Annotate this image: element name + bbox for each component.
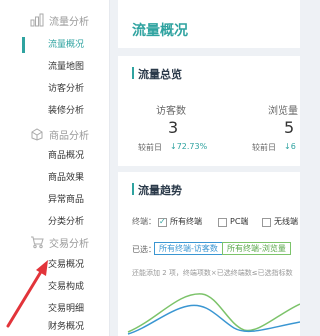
metric-limit-hint: 还能添加 2 项，终端项数×已选终端数≤已选指标数 [132, 269, 293, 277]
sidebar-section-trade: 交易分析 [0, 232, 110, 252]
terminal-label: 终端： [132, 217, 156, 226]
sidebar-item-visitor-analysis[interactable]: 访客分析 [0, 78, 110, 100]
selected-label: 已选： [132, 245, 156, 254]
arrow-down-icon: ↓ [170, 142, 177, 151]
metric-value-visitors: 3 [168, 118, 179, 137]
metric-compare-label: 较前日 [252, 143, 276, 152]
checkbox-all-terminals[interactable] [158, 217, 167, 227]
metric-delta-pageviews: ↓6 [284, 142, 296, 151]
page-title: 流量概况 [132, 23, 188, 39]
sidebar-item-goods-overview[interactable]: 商品概况 [0, 145, 110, 167]
sidebar-item-abnormal-goods[interactable]: 异常商品 [0, 189, 110, 211]
metric-compare-label: 较前日 [138, 143, 162, 152]
selected-tag-visitors[interactable]: 所有终端-访客数 [154, 242, 223, 255]
checkbox-pc[interactable] [218, 218, 227, 227]
sidebar-section-title: 商品分析 [49, 130, 89, 142]
overview-card: 流量总览 访客数 3 较前日 ↓72.73% 浏览量 5 较前日 ↓6 [118, 56, 300, 166]
chart-icon [30, 13, 44, 27]
sidebar-item-traffic-overview[interactable]: 流量概况 [0, 34, 110, 56]
arrow-down-icon: ↓ [284, 142, 291, 151]
sidebar-section-traffic: 流量分析 [0, 10, 110, 30]
trend-title: 流量趋势 [132, 182, 182, 198]
sidebar-item-trade-overview[interactable]: 交易概况 [0, 254, 110, 276]
sidebar-item-decoration-analysis[interactable]: 装修分析 [0, 100, 110, 122]
sidebar: 流量分析 流量概况 流量地图 访客分析 装修分析 商品分析 商品概况 商品效果 … [0, 0, 110, 336]
metric-delta-visitors: ↓72.73% [170, 142, 208, 151]
overview-title: 流量总览 [132, 66, 182, 82]
sidebar-item-goods-effect[interactable]: 商品效果 [0, 167, 110, 189]
sidebar-section-title: 交易分析 [49, 238, 89, 250]
page-header: 流量概况 [118, 0, 300, 48]
goods-icon [31, 128, 43, 141]
sidebar-item-category-analysis[interactable]: 分类分析 [0, 211, 110, 233]
app-window: 流量分析 流量概况 流量地图 访客分析 装修分析 商品分析 商品概况 商品效果 … [0, 0, 300, 336]
trend-card: 流量趋势 终端： 所有终端 PC端 无线端 已选： 所有终端-访客数 所有终端-… [118, 172, 300, 336]
trend-chart [127, 293, 300, 335]
option-label-pc: PC端 [230, 217, 249, 226]
selected-tag-pageviews[interactable]: 所有终端-浏览量 [222, 242, 291, 255]
cart-icon [31, 236, 44, 249]
sidebar-item-finance-overview[interactable]: 财务概况 [0, 316, 110, 336]
metric-name-pageviews: 浏览量 [268, 106, 298, 117]
metric-name-visitors: 访客数 [156, 106, 186, 117]
metric-value-pageviews: 5 [284, 118, 295, 137]
option-label-wireless: 无线端 [274, 217, 298, 226]
checkbox-wireless[interactable] [262, 218, 271, 227]
sidebar-item-traffic-map[interactable]: 流量地图 [0, 56, 110, 78]
main-content: 流量概况 流量总览 访客数 3 较前日 ↓72.73% 浏览量 5 较前日 ↓6… [118, 0, 300, 336]
sidebar-section-goods: 商品分析 [0, 124, 110, 144]
option-label-all-terminals: 所有终端 [170, 217, 202, 226]
sidebar-section-title: 流量分析 [49, 16, 89, 28]
sidebar-item-trade-composition[interactable]: 交易构成 [0, 276, 110, 298]
